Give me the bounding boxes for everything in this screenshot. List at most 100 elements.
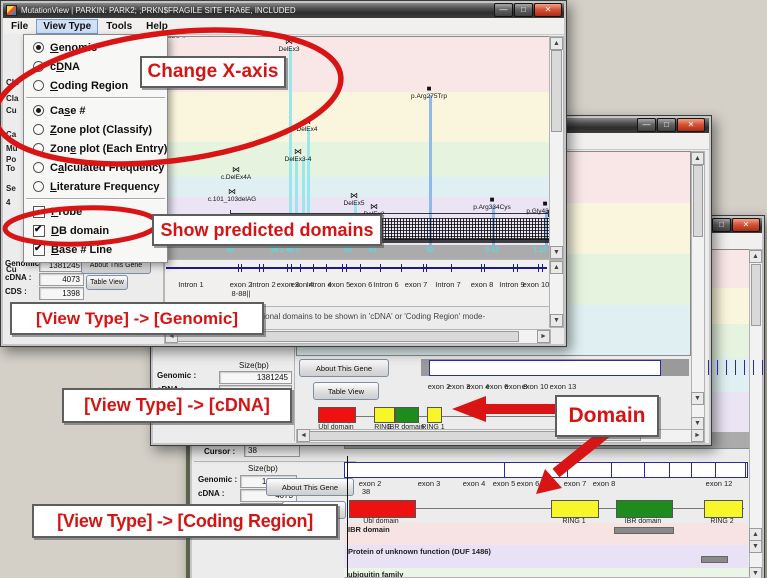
scrollbar-thumb[interactable] [751, 264, 761, 326]
cursor-label: Cursor : [204, 447, 235, 456]
scroll-right-icon[interactable] [537, 330, 550, 343]
exon-sub-label: 38 [362, 487, 370, 496]
exon-label: exon 2 [230, 280, 253, 289]
exon-tick [380, 264, 381, 272]
exon-label: exon 4 [463, 479, 486, 488]
scroll-down-icon[interactable] [550, 246, 563, 259]
about-this-gene-button[interactable]: About This Gene [299, 359, 389, 377]
vertical-scrollbar[interactable] [691, 151, 705, 431]
close-icon[interactable]: ✕ [677, 118, 705, 132]
menu-item-radio[interactable]: Zone plot (Each Entry) [24, 139, 167, 158]
menubar-item[interactable]: Help [140, 20, 174, 33]
scrollbar-thumb[interactable] [551, 50, 562, 132]
mutation-label[interactable]: ⋈ c.101_103delAG [208, 188, 256, 203]
menu-separator [26, 198, 165, 200]
domain-box[interactable] [704, 500, 743, 518]
close-icon[interactable]: ✕ [732, 218, 760, 232]
exon-boundary [726, 360, 727, 375]
exon-tick [291, 264, 292, 272]
table-view-button[interactable]: Table View [86, 275, 128, 290]
scroll-down-icon[interactable] [749, 567, 762, 578]
menu-item-radio[interactable]: Literature Frequency [24, 177, 167, 196]
divider [194, 461, 356, 462]
minimize-button[interactable]: — [637, 118, 656, 132]
domain-box[interactable] [551, 500, 599, 518]
exon-tick [513, 264, 514, 272]
menubar-item[interactable]: Tools [100, 20, 138, 33]
exon-label: exon 13 [550, 382, 577, 391]
exon-tick [287, 264, 288, 272]
domain-box[interactable] [374, 407, 395, 423]
close-icon[interactable]: ✕ [534, 3, 562, 17]
menu-item-checkbox[interactable]: DB domain [24, 221, 167, 240]
mutation-label[interactable]: ⋈ DelEx4 [297, 118, 318, 133]
exon-tick [263, 264, 264, 272]
maximize-button[interactable]: □ [657, 118, 676, 132]
about-this-gene-button[interactable]: About This Gene [266, 478, 354, 496]
menu-item-checkbox[interactable]: Probe [24, 202, 167, 221]
axis-tick: 0 13 [485, 247, 499, 254]
scroll-up-icon[interactable] [691, 152, 704, 165]
clipped-field-label: Cu [6, 106, 17, 115]
minimize-button[interactable]: — [494, 3, 513, 17]
mutation-label[interactable]: ■ p.Arg334Cys [473, 196, 511, 211]
exon-tick [451, 264, 452, 272]
exon-label: Intron 7 [435, 280, 460, 289]
exon-label: Intron 1 [178, 280, 203, 289]
axis-tick: 30 [226, 247, 234, 254]
mutation-label[interactable]: ⋈ DelEx3 [279, 38, 300, 53]
scroll-up-icon[interactable] [550, 37, 563, 50]
domain-box[interactable] [427, 407, 442, 423]
menu-item-radio[interactable]: Calculated Frequency [24, 158, 167, 177]
scrollbar-thumb[interactable] [693, 165, 703, 237]
mutation-label[interactable]: ■ p.Arg275Trp [411, 85, 447, 100]
window1-titlebar[interactable]: MutationView | PARKIN: PARK2; ;PRKN$FRAG… [3, 3, 564, 18]
menu-item-radio[interactable]: Genomic [24, 38, 167, 57]
mutation-label[interactable]: ⋈ DelEx3-4 [285, 148, 312, 163]
exon-label: exon 7 [405, 280, 428, 289]
window-genomic: MutationView | PARKIN: PARK2; ;PRKN$FRAG… [0, 0, 567, 347]
table-view-button[interactable]: Table View [313, 382, 379, 400]
scroll-down-icon[interactable] [749, 540, 762, 553]
scroll-down-icon[interactable] [550, 314, 563, 327]
vertical-scrollbar[interactable] [749, 249, 763, 578]
vertical-scrollbar[interactable] [549, 36, 564, 260]
menu-item-radio[interactable]: Zone plot (Classify) [24, 120, 167, 139]
scroll-right-icon[interactable] [691, 429, 704, 442]
predicted-domain-bar [701, 556, 728, 563]
exon-tick [517, 264, 518, 272]
clipped-field-label: 4 [6, 198, 10, 207]
maximize-button[interactable]: □ [712, 218, 731, 232]
menubar-item[interactable]: View Type [36, 19, 98, 34]
scroll-up-icon[interactable] [749, 250, 762, 263]
mutation-marker-icon: ■ [526, 200, 551, 208]
clipped-field-label: Mu [6, 144, 18, 153]
vertical-scrollbar-small[interactable] [549, 260, 564, 328]
mutation-label[interactable]: ■ p.Gly430Asp [526, 200, 551, 215]
maximize-button[interactable]: □ [514, 3, 533, 17]
exon-boundary [735, 360, 736, 375]
domain-box[interactable] [318, 407, 356, 423]
domain-box[interactable] [349, 500, 416, 518]
scroll-up-icon[interactable] [550, 261, 563, 274]
exon-tick [423, 264, 424, 272]
exon-label: exon 3 [418, 479, 441, 488]
menu-item-checkbox[interactable]: Base # Line [24, 240, 167, 259]
annotation-view-coding: [View Type] -> [Coding Region] [32, 504, 338, 538]
mutation-marker-icon: ⋈ [297, 118, 318, 126]
scroll-down-icon[interactable] [691, 392, 704, 405]
axis-tick: 92 [426, 247, 434, 254]
exon-tick [259, 264, 260, 272]
mutation-label[interactable]: ⋈ DelEx5 [344, 192, 365, 207]
exon-tick [313, 264, 314, 272]
radio-icon [33, 61, 44, 72]
menu-item-radio[interactable]: Case # [24, 101, 167, 120]
menubar-item[interactable]: File [5, 20, 34, 33]
domain-box[interactable] [395, 407, 419, 423]
domain-box[interactable] [616, 500, 673, 518]
mutation-marker-icon: ⋈ [344, 192, 365, 200]
exon-tick [238, 264, 239, 272]
exon-label: exon 8 [471, 280, 494, 289]
mutation-marker-icon: ⋈ [208, 188, 256, 196]
mutation-label[interactable]: ⋈ c.DelEx4A [221, 166, 251, 181]
